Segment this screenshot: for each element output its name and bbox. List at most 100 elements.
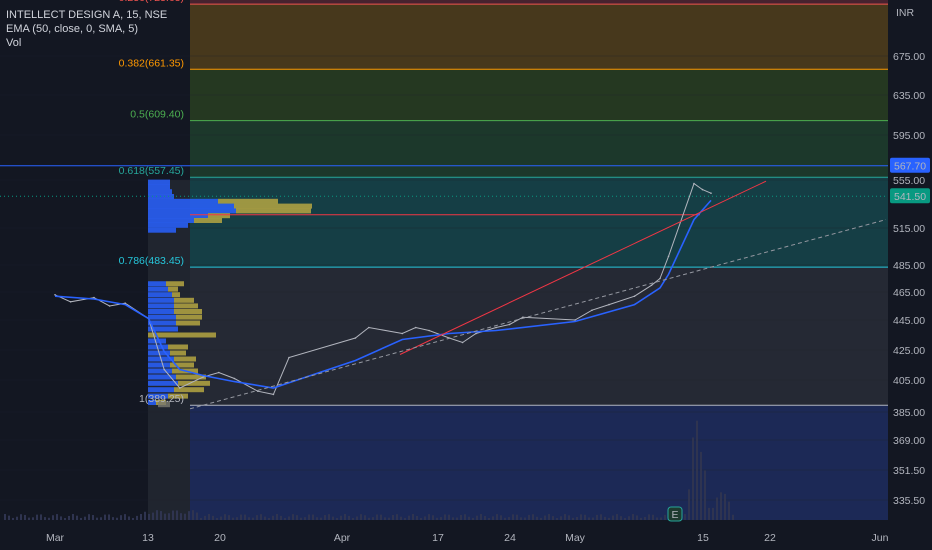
volume-indicator-label[interactable]: Vol <box>6 36 167 50</box>
volume-bar <box>176 510 178 520</box>
volume-bar <box>4 514 6 520</box>
volume-bar <box>480 514 482 520</box>
volume-bar <box>244 514 246 520</box>
last-price-tag: 541.50 <box>894 191 926 203</box>
volume-bar <box>20 514 22 520</box>
volume-bar <box>32 517 34 520</box>
volume-bar <box>304 517 306 520</box>
ema-indicator-label[interactable]: EMA (50, close, 0, SMA, 5) <box>6 22 167 36</box>
volume-bar <box>576 516 578 520</box>
volume-bar <box>500 515 502 520</box>
volume-bar <box>360 514 362 520</box>
profile-bar <box>148 198 218 204</box>
volume-bar <box>580 514 582 520</box>
volume-bar <box>120 515 122 520</box>
volume-bar <box>520 517 522 520</box>
volume-bar <box>188 511 190 520</box>
volume-bar <box>316 517 318 520</box>
volume-bar <box>88 514 90 520</box>
volume-bar <box>172 510 174 520</box>
volume-bar <box>496 514 498 520</box>
volume-bar <box>312 514 314 520</box>
profile-bar <box>148 297 174 303</box>
price-point <box>475 332 477 335</box>
x-tick-label: 17 <box>432 532 444 544</box>
volume-bar <box>296 515 298 520</box>
volume-bar <box>328 514 330 520</box>
fibonacci-retracement[interactable] <box>148 0 888 520</box>
volume-bar <box>692 437 694 520</box>
volume-bar <box>388 517 390 520</box>
upper-price-tag: 567.70 <box>894 161 926 173</box>
symbol-title[interactable]: INTELLECT DESIGN A, 15, NSE <box>6 8 167 22</box>
volume-bar <box>48 517 50 520</box>
volume-bar <box>732 514 734 520</box>
profile-bar <box>236 208 311 214</box>
volume-bar <box>284 517 286 520</box>
volume-bar <box>68 515 70 520</box>
fib-band-0 <box>190 0 888 5</box>
y-tick-label: 335.50 <box>893 495 925 507</box>
volume-bar <box>412 514 414 520</box>
volume-bar <box>700 451 702 520</box>
volume-bar <box>108 514 110 520</box>
volume-bar <box>8 515 10 520</box>
volume-bar <box>380 514 382 520</box>
fib-band-3 <box>190 120 888 178</box>
volume-bar <box>712 507 714 520</box>
price-point <box>163 368 165 371</box>
y-tick-label: 635.00 <box>893 90 925 102</box>
profile-bar <box>148 362 170 368</box>
volume-bar <box>592 517 594 520</box>
volume-bar <box>652 514 654 520</box>
volume-bar <box>208 514 210 520</box>
volume-bar <box>200 517 202 520</box>
time-axis-bg <box>0 523 888 550</box>
volume-bar <box>528 514 530 520</box>
volume-bar <box>212 515 214 520</box>
volume-bar <box>252 517 254 520</box>
volume-bar <box>376 514 378 520</box>
profile-bar <box>148 292 172 298</box>
volume-bar <box>192 510 194 520</box>
y-tick-label: 369.00 <box>893 435 925 447</box>
volume-bar <box>204 515 206 520</box>
volume-bar <box>100 517 102 520</box>
profile-bar <box>174 387 204 393</box>
fib-label: 0.5(609.40) <box>130 109 184 121</box>
price-point <box>667 255 670 258</box>
volume-bar <box>656 517 658 520</box>
volume-bar <box>364 515 366 520</box>
volume-bar <box>340 515 342 520</box>
profile-bar <box>148 184 170 190</box>
volume-bar <box>396 514 398 520</box>
volume-bar <box>392 514 394 520</box>
price-chart[interactable]: E 0.236(723.63) 0.382(661.35) 0.5(609.40) 0… <box>0 0 932 550</box>
price-point <box>272 393 275 396</box>
volume-bar <box>84 516 86 520</box>
price-point <box>108 305 111 307</box>
volume-bar <box>492 516 494 520</box>
profile-bar <box>148 218 194 223</box>
volume-bar <box>12 517 14 520</box>
profile-bar <box>148 281 166 287</box>
volume-bar <box>440 517 442 520</box>
volume-bar <box>324 515 326 520</box>
volume-bar <box>484 516 486 520</box>
volume-bar <box>260 514 262 520</box>
y-tick-label: 485.00 <box>893 260 925 272</box>
volume-bar <box>276 514 278 520</box>
volume-bar <box>332 516 334 520</box>
chart-legend: INTELLECT DESIGN A, 15, NSE EMA (50, clo… <box>6 8 167 50</box>
volume-bar <box>664 514 666 520</box>
volume-bar <box>468 516 470 520</box>
profile-bar <box>148 332 216 338</box>
price-point <box>701 188 704 191</box>
volume-bar <box>104 514 106 520</box>
volume-bar <box>636 515 638 520</box>
profile-bar <box>170 350 186 356</box>
volume-bar <box>228 515 230 520</box>
x-tick-label: 22 <box>764 532 776 544</box>
volume-bar <box>36 514 38 520</box>
price-point <box>495 326 497 329</box>
